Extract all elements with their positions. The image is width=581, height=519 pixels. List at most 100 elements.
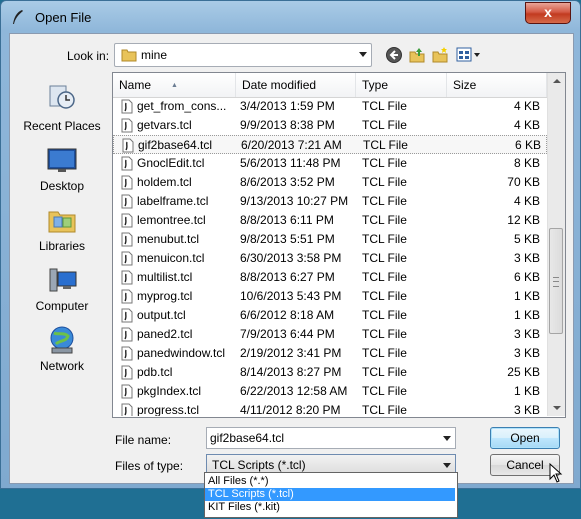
file-name-cell: get_from_cons... <box>137 99 227 113</box>
file-size-cell: 12 KB <box>507 213 540 227</box>
close-button[interactable]: x <box>525 2 571 24</box>
file-name-cell: myprog.tcl <box>137 289 193 303</box>
arrow-up-icon <box>553 79 561 83</box>
new-folder-icon[interactable] <box>431 46 449 64</box>
file-name-value: gif2base64.tcl <box>210 431 285 445</box>
file-row[interactable]: panedwindow.tcl 2/19/2012 3:41 PM TCL File… <box>113 344 547 363</box>
file-name-cell: multilist.tcl <box>137 270 193 284</box>
file-type-options-list[interactable]: All Files (*.*) TCL Scripts (*.tcl) KIT … <box>204 472 458 518</box>
mouse-cursor-icon <box>549 463 563 483</box>
file-size-cell: 6 KB <box>513 270 540 284</box>
place-recent-places[interactable] <box>13 82 111 117</box>
file-row[interactable]: menubut.tcl 9/8/2013 5:51 PM TCL File 5 KB <box>113 230 547 249</box>
file-row[interactable]: lemontree.tcl 8/8/2013 6:11 PM TCL File 12 … <box>113 211 547 230</box>
file-row[interactable]: getvars.tcl 9/9/2013 8:38 PM TCL File 4 KB <box>113 116 547 135</box>
file-size-cell: 70 KB <box>507 175 540 189</box>
column-header-date[interactable]: Date modified <box>236 73 356 97</box>
sort-ascending-icon: ▲ <box>171 82 178 89</box>
place-label-network: Network <box>39 359 84 373</box>
grip-icon <box>553 277 559 287</box>
scroll-down-button[interactable] <box>548 399 565 416</box>
file-row[interactable]: myprog.tcl 10/6/2013 5:43 PM TCL File 1 KB <box>113 287 547 306</box>
file-type-cell: TCL File <box>362 251 407 265</box>
look-in-dropdown[interactable]: mine <box>114 43 372 67</box>
file-row[interactable]: output.tcl 6/6/2012 8:18 AM TCL File 1 KB <box>113 306 547 325</box>
file-name-cell: pkgIndex.tcl <box>137 384 202 398</box>
tcl-file-icon <box>121 156 133 171</box>
file-name-cell: paned2.tcl <box>137 327 193 341</box>
tcl-file-icon <box>121 175 133 190</box>
file-type-cell: TCL File <box>362 156 407 170</box>
file-date-cell: 8/6/2013 3:52 PM <box>240 175 335 189</box>
scroll-up-button[interactable] <box>548 73 565 90</box>
places-bar: Recent Places Desktop Libraries Computer… <box>13 78 111 416</box>
file-row[interactable]: pkgIndex.tcl 6/22/2013 12:58 AM TCL File 1 … <box>113 382 547 401</box>
column-header-type[interactable]: Type <box>356 73 447 97</box>
folder-icon <box>121 49 137 62</box>
back-icon[interactable] <box>385 46 403 64</box>
file-type-option[interactable]: All Files (*.*) <box>205 475 455 488</box>
title-bar[interactable]: Open File x <box>1 1 580 33</box>
view-menu-icon[interactable] <box>456 46 482 64</box>
file-name-cell: lemontree.tcl <box>137 213 206 227</box>
file-size-cell: 1 KB <box>513 289 540 303</box>
column-header-size[interactable]: Size <box>447 73 547 97</box>
file-row[interactable]: get_from_cons... 3/4/2013 1:59 PM TCL File… <box>113 97 547 116</box>
file-name-cell: holdem.tcl <box>137 175 192 189</box>
file-size-cell: 1 KB <box>513 384 540 398</box>
file-name-cell: menuicon.tcl <box>137 251 205 265</box>
tcl-file-icon <box>121 384 133 399</box>
place-label-computer: Computer <box>35 299 89 313</box>
file-size-cell: 4 KB <box>513 118 540 132</box>
file-type-cell: TCL File <box>362 308 407 322</box>
arrow-down-icon <box>553 406 561 410</box>
file-date-cell: 8/8/2013 6:27 PM <box>240 270 335 284</box>
open-button[interactable]: Open <box>490 427 560 449</box>
place-label-recent-places: Recent Places <box>23 119 101 133</box>
column-header-name[interactable]: Name ▲ <box>113 73 236 97</box>
file-row[interactable]: multilist.tcl 8/8/2013 6:27 PM TCL File 6 K… <box>113 268 547 287</box>
chevron-down-icon[interactable] <box>359 52 367 57</box>
place-libraries[interactable] <box>13 204 111 239</box>
file-type-cell: TCL File <box>362 232 407 246</box>
file-type-cell: TCL File <box>362 118 407 132</box>
file-name-cell: pdb.tcl <box>137 365 173 379</box>
feather-icon <box>13 10 23 24</box>
file-row[interactable]: GnoclEdit.tcl 5/6/2013 11:48 PM TCL File 8 … <box>113 154 547 173</box>
chevron-down-icon[interactable] <box>443 436 451 441</box>
chevron-down-icon[interactable] <box>443 463 451 468</box>
vertical-scrollbar[interactable] <box>547 73 565 416</box>
file-date-cell: 6/20/2013 7:21 AM <box>241 138 342 152</box>
dialog-body: Look in: mine Recent Places Desktop Libr… <box>9 33 574 484</box>
file-type-cell: TCL File <box>363 138 408 152</box>
place-desktop[interactable] <box>13 146 111 179</box>
file-rows: get_from_cons... 3/4/2013 1:59 PM TCL File… <box>113 97 547 416</box>
column-type-label: Type <box>362 78 389 92</box>
tcl-file-icon <box>121 346 133 361</box>
place-computer[interactable] <box>13 266 111 301</box>
file-type-option[interactable]: KIT Files (*.kit) <box>205 501 455 514</box>
file-row[interactable]: progress.tcl 4/11/2012 8:20 PM TCL File 3 K… <box>113 401 547 416</box>
file-row[interactable]: labelframe.tcl 9/13/2013 10:27 PM TCL File… <box>113 192 547 211</box>
file-size-cell: 4 KB <box>513 194 540 208</box>
place-network[interactable] <box>13 324 111 359</box>
desktop-icon <box>47 148 77 172</box>
tcl-file-icon <box>121 327 133 342</box>
scrollbar-thumb[interactable] <box>549 228 563 334</box>
file-row[interactable]: paned2.tcl 7/9/2013 6:44 PM TCL File 3 KB <box>113 325 547 344</box>
tcl-file-icon <box>121 289 133 304</box>
file-size-cell: 3 KB <box>513 346 540 360</box>
file-date-cell: 6/22/2013 12:58 AM <box>240 384 348 398</box>
file-row[interactable]: pdb.tcl 8/14/2013 8:27 PM TCL File 25 KB <box>113 363 547 382</box>
column-name-label: Name <box>119 78 152 92</box>
file-name-cell: labelframe.tcl <box>137 194 209 208</box>
tcl-file-icon <box>122 138 134 153</box>
file-list[interactable]: Name ▲ Date modified Type Size get_from_… <box>112 72 566 418</box>
file-type-cell: TCL File <box>362 194 407 208</box>
file-row[interactable]: gif2base64.tcl 6/20/2013 7:21 AM TCL File 6… <box>113 135 547 154</box>
file-row[interactable]: menuicon.tcl 6/30/2013 3:58 PM TCL File 3 K… <box>113 249 547 268</box>
up-folder-icon[interactable] <box>408 46 426 64</box>
file-row[interactable]: holdem.tcl 8/6/2013 3:52 PM TCL File 70 KB <box>113 173 547 192</box>
file-name-input[interactable]: gif2base64.tcl <box>206 427 456 449</box>
file-type-option-selected[interactable]: TCL Scripts (*.tcl) <box>205 488 455 501</box>
